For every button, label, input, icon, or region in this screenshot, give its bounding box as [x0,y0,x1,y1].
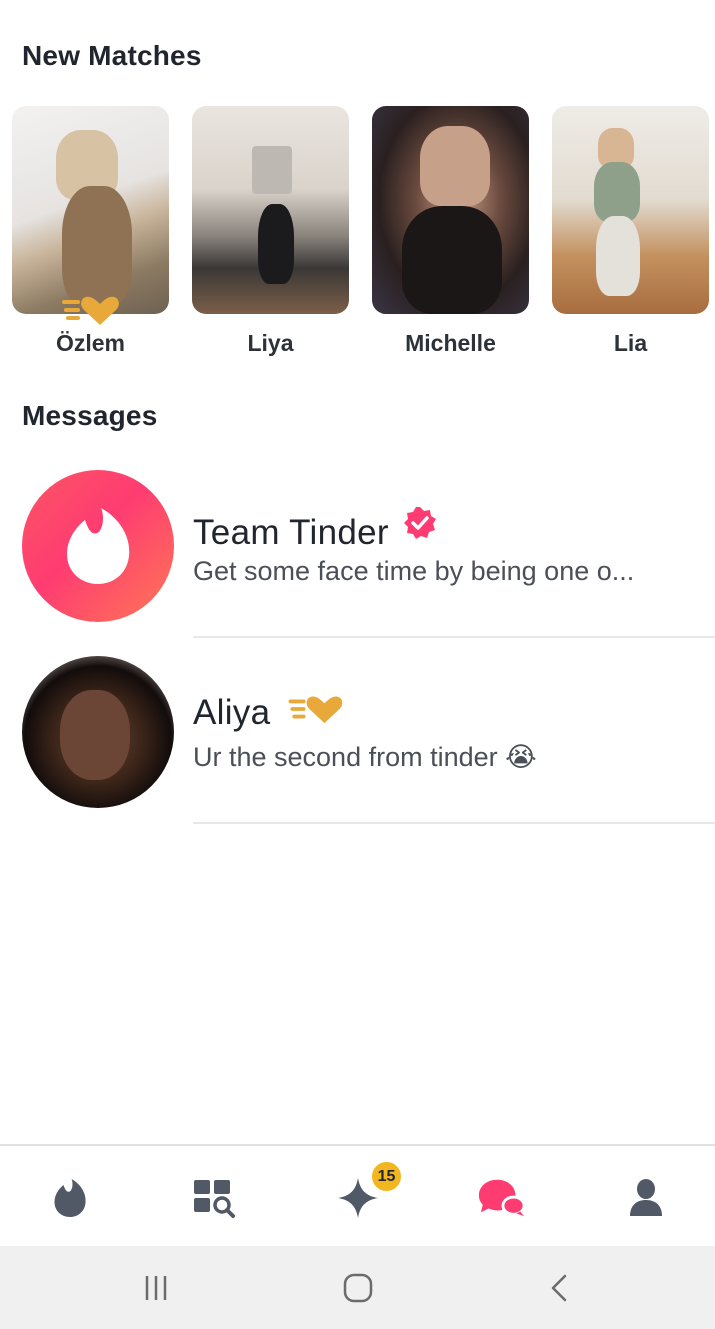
photo-figure [596,216,640,296]
match-photo [12,106,169,314]
match-name: Liya [247,330,294,356]
home-button[interactable] [338,1268,378,1308]
flame-icon [54,1179,86,1217]
match-photo [192,106,349,314]
back-button[interactable] [540,1268,580,1308]
photo-figure [62,186,132,306]
avatar [22,656,174,808]
bottom-nav: 15 [0,1144,715,1246]
photo-figure [594,162,640,222]
photo-figure [258,204,294,284]
gold-like-icon [288,696,343,724]
message-preview: Get some face time by being one o... [193,556,635,586]
match-name: Lia [613,330,648,356]
sender-name: Team Tinder [193,513,389,552]
back-icon [551,1274,567,1302]
likes-count-badge: 15 [370,1160,403,1193]
match-name: Özlem [55,330,126,356]
message-sender: Team Tinder [193,506,437,553]
match-photo [552,106,709,314]
recent-apps-icon [145,1276,167,1300]
divider [193,636,715,638]
divider [193,822,715,824]
recent-apps-button[interactable] [136,1268,176,1308]
tinder-flame-icon [67,508,130,584]
message-preview: Ur the second from tinder 😭 [193,742,537,773]
match-photo [372,106,529,314]
nav-messages[interactable] [478,1174,526,1222]
new-matches-row: Özlem Liya Michelle Lia [12,106,715,366]
message-preview-text: Ur the second from tinder [193,742,498,772]
photo-figure [402,206,502,314]
verified-badge-icon [403,507,436,539]
avatar [22,470,174,622]
new-matches-title: New Matches [22,40,202,71]
nav-profile[interactable] [622,1174,670,1222]
profile-icon [630,1179,662,1216]
message-row-team-tinder[interactable]: Team Tinder Get some face time by being … [0,460,715,640]
home-icon [343,1273,373,1303]
nav-explore[interactable] [190,1174,238,1222]
match-card-ozlem[interactable]: Özlem [12,106,169,366]
explore-grid-icon [194,1180,235,1218]
avatar-face [60,690,130,780]
photo-figure [420,126,490,206]
crying-emoji: 😭 [505,742,537,772]
message-sender: Aliya [193,692,344,733]
chat-bubbles-icon [478,1179,526,1217]
system-nav-bar [0,1246,715,1329]
match-card-michelle[interactable]: Michelle [372,106,529,366]
match-name: Michelle [405,330,496,356]
match-card-liya[interactable]: Liya [192,106,349,366]
messages-title: Messages [22,400,158,431]
gold-like-icon [62,296,119,325]
sender-name: Aliya [193,693,271,732]
photo-window [252,146,292,194]
match-card-lia[interactable]: Lia [552,106,709,366]
nav-swipe[interactable] [46,1174,94,1222]
matches-screen: New Matches Özlem Liya Michelle Lia Mess… [0,0,715,1329]
message-row-aliya[interactable]: Aliya Ur the second from tinder 😭 [0,646,715,826]
